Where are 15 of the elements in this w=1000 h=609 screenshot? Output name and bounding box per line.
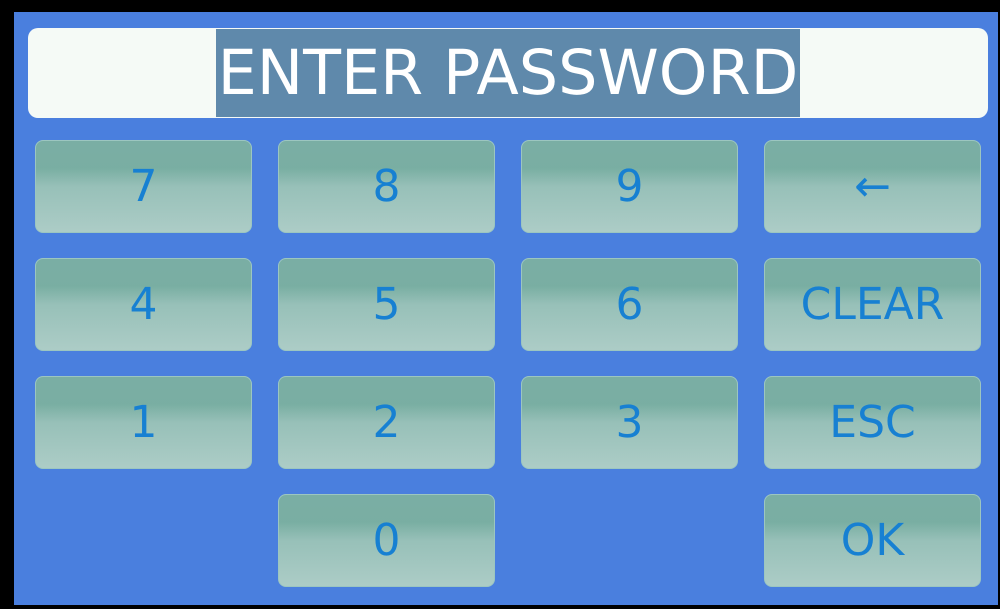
keypad-key[interactable]: 6	[521, 258, 738, 351]
keypad-key[interactable]: 1	[35, 376, 252, 469]
keypad-key[interactable]: OK	[764, 494, 981, 587]
keypad-key[interactable]: ESC	[764, 376, 981, 469]
keypad-key[interactable]: 8	[278, 140, 495, 233]
keypad-key[interactable]: ←	[764, 140, 981, 233]
keypad-key[interactable]: 3	[521, 376, 738, 469]
keypad-key[interactable]: 0	[278, 494, 495, 587]
keypad-key[interactable]: 2	[278, 376, 495, 469]
keypad-key[interactable]: 9	[521, 140, 738, 233]
keypad-key[interactable]: 4	[35, 258, 252, 351]
keypad-key[interactable]: 7	[35, 140, 252, 233]
password-field[interactable]: ENTER PASSWORD	[28, 28, 988, 118]
keypad-key[interactable]: CLEAR	[764, 258, 981, 351]
keypad-key[interactable]: 5	[278, 258, 495, 351]
